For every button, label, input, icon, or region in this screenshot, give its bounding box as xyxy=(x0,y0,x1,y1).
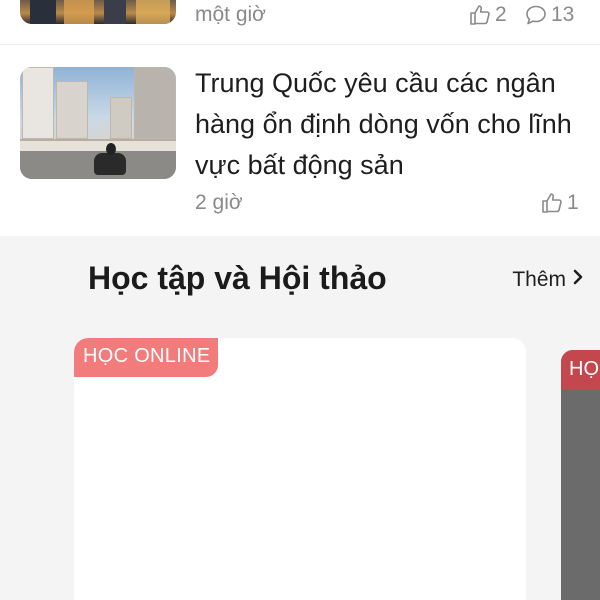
like-count-value: 1 xyxy=(567,191,579,214)
course-card[interactable]: HỌC ONLINE xyxy=(74,338,526,600)
course-card[interactable]: HỌ xyxy=(561,350,600,600)
comment-count[interactable]: 13 xyxy=(524,3,574,27)
article-title[interactable]: Trung Quốc yêu cầu các ngân hàng ổn định… xyxy=(195,63,585,186)
chevron-right-icon xyxy=(572,268,584,292)
article-time: một giờ xyxy=(195,3,266,26)
course-type-badge: HỌ xyxy=(561,350,600,390)
see-more-label: Thêm xyxy=(512,268,566,291)
article-thumbnail[interactable] xyxy=(20,67,176,179)
article-time: 2 giờ xyxy=(195,191,243,214)
comment-bubble-icon xyxy=(524,3,548,27)
like-count[interactable]: 2 xyxy=(468,3,507,27)
see-more-link[interactable]: Thêm xyxy=(512,268,584,292)
article-thumbnail[interactable] xyxy=(20,0,176,24)
thumbs-up-icon xyxy=(468,3,492,27)
list-item[interactable]: Trung Quốc yêu cầu các ngân hàng ổn định… xyxy=(0,45,600,235)
comment-count-value: 13 xyxy=(551,3,575,26)
course-type-badge: HỌC ONLINE xyxy=(74,338,219,377)
like-count-value: 2 xyxy=(495,3,507,26)
learning-section: Học tập và Hội thảo Thêm HỌC ONLINE HỌ xyxy=(0,236,600,600)
thumbs-up-icon xyxy=(540,191,564,215)
like-count[interactable]: 1 xyxy=(540,191,579,215)
section-title: Học tập và Hội thảo xyxy=(88,260,387,296)
news-feed-page: một giờ 2 13 Trung Quốc yêu cầu các ngân… xyxy=(0,0,600,600)
list-item[interactable]: một giờ 2 13 xyxy=(0,0,600,45)
